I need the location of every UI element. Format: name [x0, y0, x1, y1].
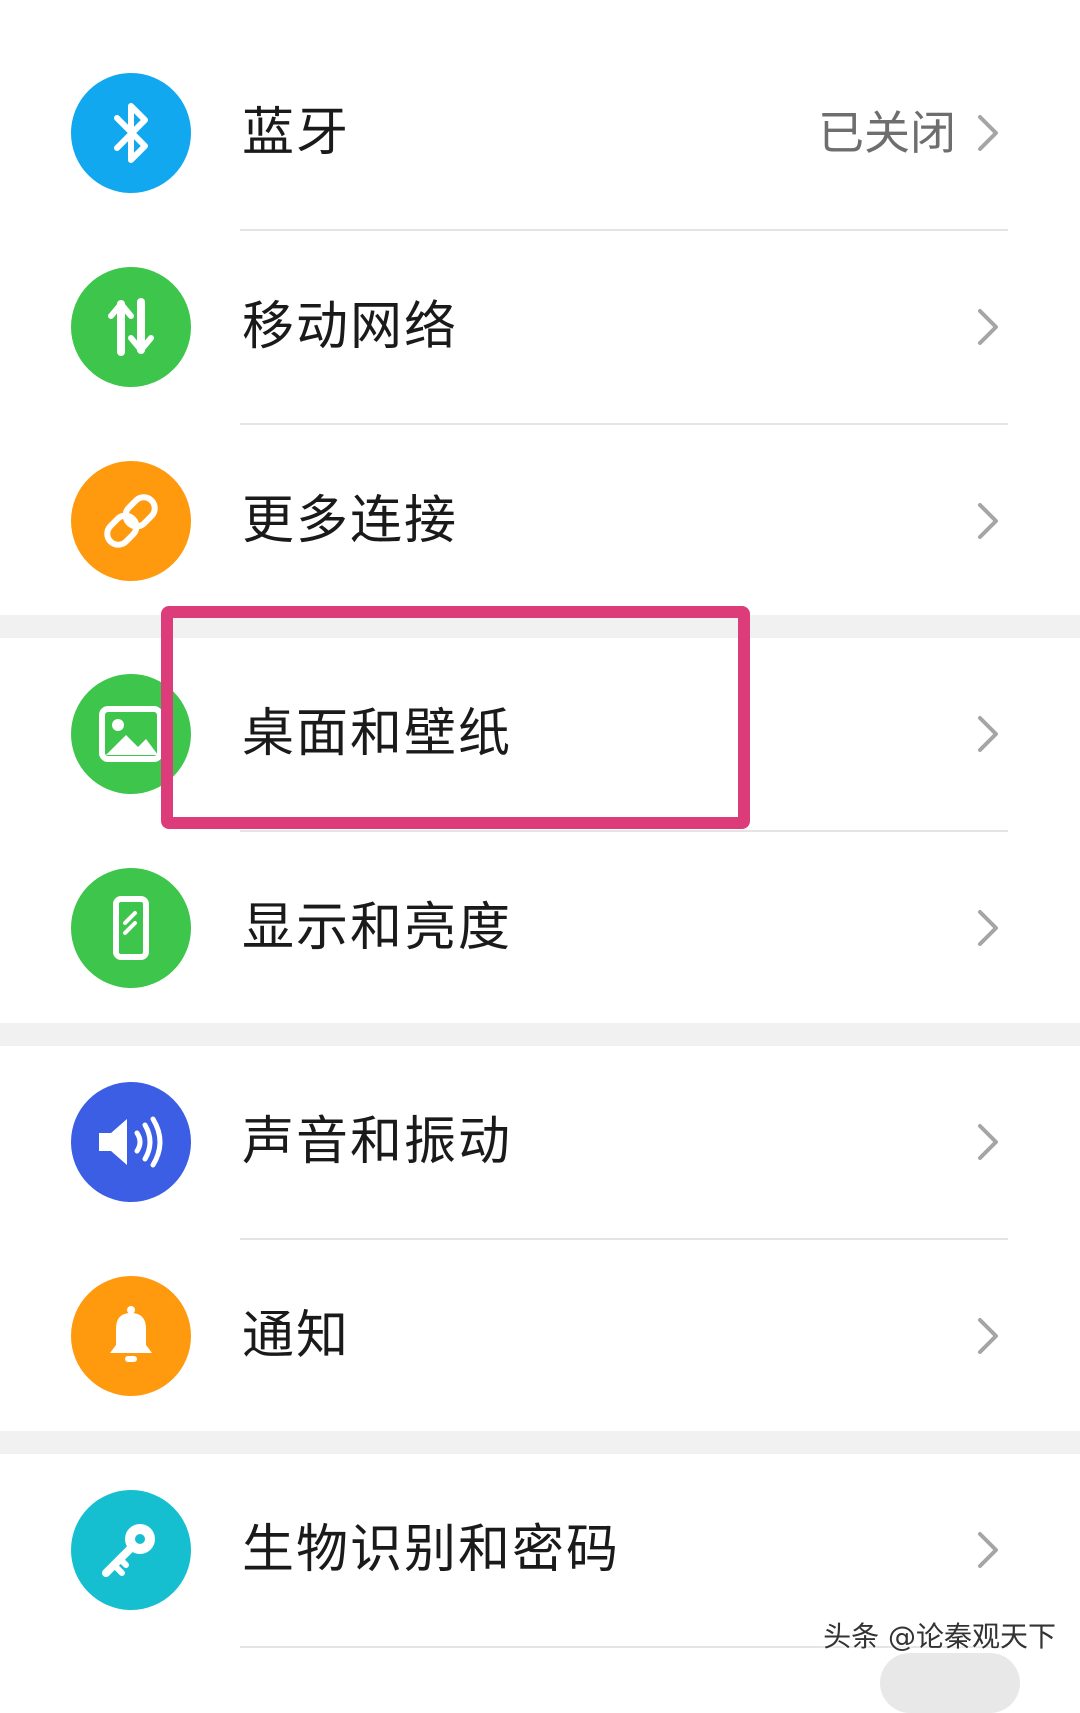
watermark: 头条 @论秦观天下 — [823, 1620, 1056, 1653]
bluetooth-icon — [71, 73, 191, 193]
mobile-data-icon — [71, 267, 191, 387]
settings-item-label: 移动网络 — [242, 297, 459, 357]
settings-item-mobile-network[interactable]: 移动网络 — [0, 231, 1080, 423]
settings-item-notifications[interactable]: 通知 — [0, 1240, 1080, 1432]
settings-item-sound-vibration[interactable]: 声音和振动 — [0, 1046, 1080, 1238]
settings-group-sound: 声音和振动 通知 — [0, 1046, 1080, 1431]
floating-button-partial — [880, 1653, 1020, 1713]
settings-item-bluetooth[interactable]: 蓝牙 已关闭 — [0, 37, 1080, 229]
settings-item-more-connections[interactable]: 更多连接 — [0, 425, 1080, 617]
chevron-right-icon — [978, 309, 998, 345]
bell-icon — [71, 1276, 191, 1396]
section-separator — [0, 1023, 1080, 1046]
settings-item-label: 蓝牙 — [242, 103, 351, 163]
chevron-right-icon — [978, 1124, 998, 1160]
chevron-right-icon — [978, 716, 998, 752]
settings-item-display-brightness[interactable]: 显示和亮度 — [0, 832, 1080, 1024]
settings-item-label: 显示和亮度 — [242, 898, 513, 958]
chevron-right-icon — [978, 503, 998, 539]
settings-item-label: 生物识别和密码 — [242, 1520, 621, 1580]
highlight-box — [161, 606, 750, 829]
volume-icon — [71, 1082, 191, 1202]
settings-item-label: 通知 — [242, 1306, 351, 1366]
section-separator — [0, 1431, 1080, 1454]
chevron-right-icon — [978, 115, 998, 151]
chevron-right-icon — [978, 1318, 998, 1354]
key-icon — [71, 1490, 191, 1610]
settings-item-label: 声音和振动 — [242, 1112, 513, 1172]
chevron-right-icon — [978, 1532, 998, 1568]
chevron-right-icon — [978, 910, 998, 946]
settings-item-label: 更多连接 — [242, 491, 459, 551]
settings-group-connectivity: 蓝牙 已关闭 移动网络 更多连接 — [0, 37, 1080, 615]
bluetooth-status: 已关闭 — [818, 106, 956, 160]
link-icon — [71, 461, 191, 581]
display-icon — [71, 868, 191, 988]
